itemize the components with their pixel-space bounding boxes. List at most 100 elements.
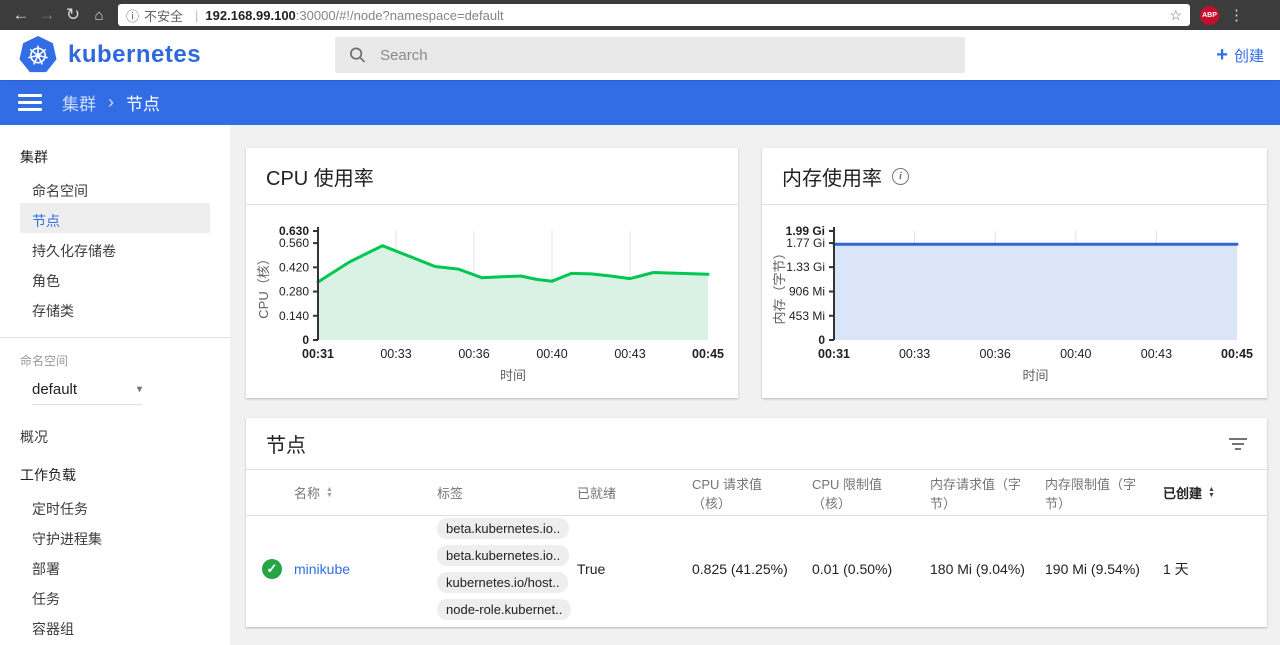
sort-icon-active[interactable]: ▲▼ [1208, 487, 1215, 499]
memory-card-header: 内存使用率 i [762, 148, 1267, 205]
sidebar-section-cluster[interactable]: 集群 [0, 125, 230, 173]
cpu-usage-card: CPU 使用率 00.1400.2800.4200.5600.63000:310… [246, 148, 738, 398]
create-label: 创建 [1234, 45, 1264, 66]
nodes-card-title: 节点 [266, 429, 306, 458]
svg-text:时间: 时间 [500, 368, 526, 383]
plus-icon: + [1216, 44, 1228, 67]
not-secure-label: 不安全 [144, 6, 183, 25]
search-icon [349, 46, 366, 64]
label-chip: kubernetes.io/host.. [437, 572, 568, 593]
sidebar-item-cron-jobs[interactable]: 定时任务 [0, 491, 230, 521]
svg-text:00:43: 00:43 [1141, 347, 1172, 361]
svg-text:906 Mi: 906 Mi [789, 285, 825, 299]
svg-text:0: 0 [818, 333, 825, 347]
sidebar-item-pods[interactable]: 容器组 [0, 611, 230, 641]
sidebar-item-roles[interactable]: 角色 [0, 263, 230, 293]
cpu-card-title: CPU 使用率 [266, 162, 374, 191]
header-created[interactable]: 已创建 ▲▼ [1163, 483, 1267, 502]
adblock-extension-icon[interactable]: ABP [1200, 6, 1219, 25]
memory-usage-chart: 0 453 Mi 906 Mi 1.33 Gi 1.77 Gi1.99 Gi 00:31 0… [762, 205, 1267, 397]
home-icon[interactable]: ⌂ [86, 7, 112, 24]
node-ready-cell: True [577, 561, 692, 577]
node-created-cell: 1 天 [1163, 559, 1267, 579]
svg-text:0.560: 0.560 [279, 236, 309, 250]
svg-text:0.630: 0.630 [279, 224, 309, 238]
svg-text:00:45: 00:45 [1221, 347, 1253, 361]
chevron-right-icon: › [108, 92, 114, 113]
search-input[interactable] [380, 47, 951, 64]
sort-icon[interactable]: ▲▼ [326, 487, 333, 499]
svg-text:0.280: 0.280 [279, 285, 309, 299]
search-bar[interactable] [335, 37, 965, 73]
table-row[interactable]: ✓ minikube beta.kubernetes.io.. beta.kub… [246, 516, 1267, 621]
browser-chrome: ← → ↻ ⌂ ⓘ 不安全 | 192.168.99.100 :30000/#!… [0, 0, 1280, 30]
kubernetes-logo[interactable]: kubernetes [18, 35, 201, 75]
node-memory-requests-cell: 180 Mi (9.04%) [930, 561, 1045, 577]
svg-text:00:40: 00:40 [536, 347, 567, 361]
breadcrumb-current: 节点 [126, 90, 160, 115]
header-cpu-requests: CPU 请求值（核） [692, 474, 812, 512]
svg-text:内存（字节）: 内存（字节） [772, 246, 787, 324]
svg-text:0.140: 0.140 [279, 309, 309, 323]
cpu-usage-chart: 00.1400.2800.4200.5600.63000:3100:3300:3… [246, 205, 738, 397]
header-name[interactable]: 名称 ▲▼ [294, 483, 437, 502]
sidebar-item-namespaces[interactable]: 命名空间 [0, 173, 230, 203]
url-path: :30000/#!/node?namespace=default [296, 8, 504, 23]
forward-icon[interactable]: → [34, 5, 60, 25]
back-icon[interactable]: ← [8, 5, 34, 25]
label-chip: beta.kubernetes.io.. [437, 545, 569, 566]
svg-text:1.33 Gi: 1.33 Gi [786, 260, 825, 274]
svg-text:00:43: 00:43 [614, 347, 645, 361]
memory-info-icon[interactable]: i [892, 168, 909, 185]
svg-text:1.99 Gi: 1.99 Gi [786, 224, 825, 238]
breadcrumb-parent[interactable]: 集群 [62, 90, 96, 115]
node-memory-limits-cell: 190 Mi (9.54%) [1045, 561, 1163, 577]
memory-card-title: 内存使用率 [782, 162, 882, 191]
sidebar-item-persistent-volumes[interactable]: 持久化存储卷 [0, 233, 230, 263]
nodes-card-header: 节点 [246, 418, 1267, 470]
svg-text:00:31: 00:31 [302, 347, 334, 361]
node-status-cell: ✓ [262, 559, 294, 579]
sidebar-item-overview[interactable]: 概况 [0, 419, 230, 449]
action-bar: 集群 › 节点 [0, 80, 1280, 125]
kubernetes-wheel-icon [18, 35, 58, 75]
brand-wordmark: kubernetes [68, 41, 201, 69]
svg-text:00:33: 00:33 [380, 347, 411, 361]
browser-menu-icon[interactable]: ⋮ [1229, 6, 1244, 24]
memory-usage-card: 内存使用率 i 0 453 Mi 906 Mi 1.33 Gi 1.77 Gi1.99 … [762, 148, 1267, 398]
sidebar-item-daemon-sets[interactable]: 守护进程集 [0, 521, 230, 551]
node-name-cell: minikube [294, 561, 437, 577]
node-cpu-limits-cell: 0.01 (0.50%) [812, 561, 930, 577]
namespace-label: 命名空间 [0, 338, 230, 373]
svg-text:0: 0 [302, 333, 309, 347]
table-header-row: 名称 ▲▼ 标签 已就绪 CPU 请求值（核） CPU 限制值（核） 内存请求值… [246, 470, 1267, 516]
svg-text:CPU（核）: CPU（核） [256, 252, 271, 318]
header-labels: 标签 [437, 483, 577, 502]
namespace-select[interactable]: default ▾ [32, 381, 142, 405]
cpu-card-header: CPU 使用率 [246, 148, 738, 205]
caret-down-icon: ▾ [137, 384, 142, 395]
sidebar-item-deployments[interactable]: 部署 [0, 551, 230, 581]
sidebar-item-storage-classes[interactable]: 存储类 [0, 293, 230, 323]
node-cpu-requests-cell: 0.825 (41.25%) [692, 561, 812, 577]
sidebar-item-jobs[interactable]: 任务 [0, 581, 230, 611]
svg-text:00:40: 00:40 [1060, 347, 1091, 361]
reload-icon[interactable]: ↻ [60, 5, 86, 25]
node-link[interactable]: minikube [294, 561, 350, 577]
svg-text:453 Mi: 453 Mi [789, 309, 825, 323]
address-bar[interactable]: ⓘ 不安全 | 192.168.99.100 :30000/#!/node?na… [118, 4, 1190, 26]
svg-text:00:45: 00:45 [692, 347, 724, 361]
svg-text:00:31: 00:31 [818, 347, 850, 361]
svg-text:00:33: 00:33 [899, 347, 930, 361]
bookmark-star-icon[interactable]: ☆ [1169, 7, 1182, 24]
sidebar-item-nodes[interactable]: 节点 [20, 203, 210, 233]
svg-text:1.77 Gi: 1.77 Gi [786, 236, 825, 250]
create-button[interactable]: + 创建 [1216, 30, 1264, 80]
info-icon[interactable]: ⓘ [126, 6, 139, 25]
svg-text:时间: 时间 [1022, 368, 1048, 383]
url-divider: | [195, 8, 198, 23]
filter-icon[interactable] [1229, 435, 1247, 453]
sidebar: 集群 命名空间 节点 持久化存储卷 角色 存储类 命名空间 default ▾ … [0, 125, 230, 645]
menu-icon[interactable] [18, 90, 42, 115]
sidebar-section-workloads[interactable]: 工作负载 [0, 449, 230, 491]
